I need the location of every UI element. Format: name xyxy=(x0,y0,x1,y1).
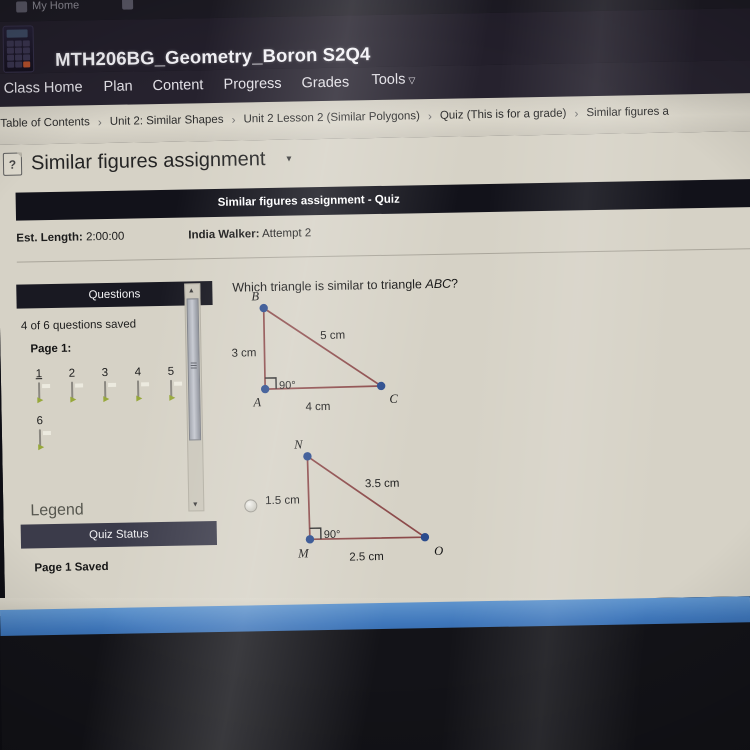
chevron-down-icon: ▽ xyxy=(408,75,416,86)
svg-text:C: C xyxy=(389,392,398,406)
breadcrumb-separator: › xyxy=(427,108,433,124)
nav-item-progress[interactable]: Progress xyxy=(223,76,281,93)
photographed-screen: My Home MTH206BG_Geometry_Boron S2Q4 Cla… xyxy=(0,0,750,750)
nav-item-tools[interactable]: Tools ▽ xyxy=(371,71,415,88)
svg-text:1.5 cm: 1.5 cm xyxy=(265,494,300,507)
nav-item-grades[interactable]: Grades xyxy=(301,75,349,92)
breadcrumb-separator: › xyxy=(574,106,579,121)
page-icon xyxy=(121,0,134,10)
browser-tab-secondary[interactable] xyxy=(121,0,138,10)
breadcrumb-item-lesson[interactable]: Unit 2 Lesson 2 (Similar Polygons) xyxy=(243,110,420,125)
triangles-svg: 90° 3 cm 5 cm 4 cm B A C 90° 1.5 cm 3.5 cm 2.5 cm… xyxy=(231,289,443,564)
calculator-screen xyxy=(6,29,28,38)
svg-text:N: N xyxy=(293,437,303,451)
nav-item-plan[interactable]: Plan xyxy=(103,78,132,95)
breadcrumb-item-assignment[interactable]: Similar figures a xyxy=(586,106,669,120)
browser-tab-my-home[interactable]: My Home xyxy=(16,0,79,13)
breadcrumb-separator: › xyxy=(231,112,236,127)
svg-text:3 cm: 3 cm xyxy=(231,347,256,359)
nav-item-tools-label: Tools xyxy=(371,71,406,89)
svg-text:O: O xyxy=(434,544,443,558)
triangle-mno: 90° 1.5 cm 3.5 cm 2.5 cm N M O xyxy=(265,437,443,564)
nav-item-content[interactable]: Content xyxy=(152,77,203,94)
svg-text:5 cm: 5 cm xyxy=(320,330,345,342)
breadcrumb-item-table-of-contents[interactable]: Table of Contents xyxy=(0,116,90,130)
nav-item-class-home[interactable]: Class Home xyxy=(3,79,82,96)
dark-foreground xyxy=(0,621,750,750)
figures-layer: 90° 3 cm 5 cm 4 cm B A C 90° 1.5 cm 3.5 cm 2.5 cm… xyxy=(0,131,750,610)
calculator-icon[interactable] xyxy=(2,25,35,73)
home-icon xyxy=(16,0,28,13)
page-body: ? Similar figures assignment ▾ Similar f… xyxy=(0,130,750,610)
course-title: MTH206BG_Geometry_Boron S2Q4 xyxy=(54,43,371,70)
svg-text:90°: 90° xyxy=(324,529,341,541)
breadcrumb-separator: › xyxy=(97,115,102,130)
svg-text:90°: 90° xyxy=(279,380,296,392)
svg-text:3.5 cm: 3.5 cm xyxy=(365,478,400,491)
svg-text:2.5 cm: 2.5 cm xyxy=(349,551,384,564)
svg-text:B: B xyxy=(251,289,259,303)
browser-tab-label: My Home xyxy=(32,0,80,13)
breadcrumb: Table of Contents › Unit 2: Similar Shap… xyxy=(0,105,669,131)
breadcrumb-item-unit[interactable]: Unit 2: Similar Shapes xyxy=(110,114,224,128)
svg-text:A: A xyxy=(252,395,261,409)
svg-text:4 cm: 4 cm xyxy=(305,401,330,413)
triangle-abc: 90° 3 cm 5 cm 4 cm B A C xyxy=(231,289,398,413)
breadcrumb-item-quiz[interactable]: Quiz (This is for a grade) xyxy=(440,108,567,122)
lms-page: My Home MTH206BG_Geometry_Boron S2Q4 Cla… xyxy=(0,0,750,610)
svg-text:M: M xyxy=(297,546,309,560)
calculator-keys xyxy=(6,40,31,68)
